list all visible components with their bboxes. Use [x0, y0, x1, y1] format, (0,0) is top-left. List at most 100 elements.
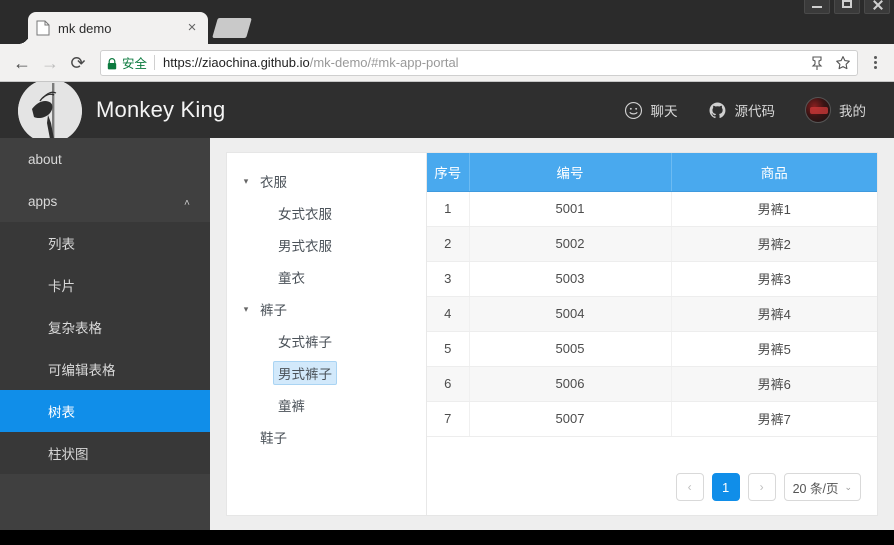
table-head: 序号 编号 商品: [427, 153, 877, 192]
table-row[interactable]: 6 5006 男裤6: [427, 366, 877, 402]
window-controls: [804, 0, 890, 14]
new-tab-button[interactable]: [212, 18, 252, 38]
window-minimize-button[interactable]: [804, 0, 830, 14]
brand[interactable]: Monkey King: [0, 82, 225, 143]
header-action-profile[interactable]: 我的: [805, 97, 866, 123]
cell-index: 1: [427, 191, 470, 227]
column-header-index[interactable]: 序号: [427, 153, 470, 192]
page-icon: [36, 20, 50, 36]
table-row[interactable]: 7 5007 男裤7: [427, 401, 877, 437]
sidebar-item-editable-table-label: 可编辑表格: [48, 363, 116, 378]
sidebar-item-card[interactable]: 卡片: [0, 264, 210, 306]
cell-product: 男裤1: [671, 191, 877, 227]
omnibox-actions: [801, 55, 851, 71]
tree-node[interactable]: 童裤: [227, 389, 426, 421]
monkey-king-logo: [18, 82, 82, 143]
header-action-source[interactable]: 源代码: [708, 100, 776, 120]
address-bar[interactable]: 安全 https://ziaochina.github.io/mk-demo/#…: [100, 49, 858, 76]
tab-close-icon[interactable]: ×: [184, 20, 200, 36]
github-icon: [708, 101, 727, 120]
smiley-chat-icon: [624, 101, 643, 120]
cell-product: 男裤6: [671, 366, 877, 402]
cell-index: 7: [427, 401, 470, 437]
browser-window: mk demo × ← → ⟳ 安全 https://ziaochina.git…: [0, 0, 894, 530]
app-header: Monkey King 聊天 源代码 我的: [0, 82, 894, 143]
header-action-source-label: 源代码: [734, 104, 776, 119]
tree-node[interactable]: 鞋子: [227, 421, 426, 453]
kebab-menu-icon[interactable]: [864, 50, 886, 76]
tree-node[interactable]: 女式裤子: [227, 325, 426, 357]
table-row[interactable]: 2 5002 男裤2: [427, 226, 877, 262]
tree-table-card: ▾ 衣服 女式衣服 男式衣服 童衣 ▾ 裤子 女式裤子 男式裤子 童裤 鞋子 序…: [226, 152, 878, 516]
cell-product: 男裤4: [671, 296, 877, 332]
tree-node-label: 女式裤子: [278, 335, 332, 350]
sidebar-item-list-label: 列表: [48, 237, 75, 252]
category-tree: ▾ 衣服 女式衣服 男式衣服 童衣 ▾ 裤子 女式裤子 男式裤子 童裤 鞋子: [227, 153, 427, 515]
pin-icon[interactable]: [809, 55, 825, 71]
secure-label: 安全: [122, 57, 148, 71]
header-action-chat[interactable]: 聊天: [624, 100, 678, 120]
cell-product: 男裤3: [671, 261, 877, 297]
caret-down-icon[interactable]: ▾: [237, 304, 255, 315]
tree-node[interactable]: 童衣: [227, 261, 426, 293]
cell-index: 2: [427, 226, 470, 262]
pagination-next-button[interactable]: ›: [747, 473, 776, 501]
tree-node-label: 童衣: [278, 271, 305, 286]
sidebar-item-card-label: 卡片: [48, 279, 75, 294]
forward-button[interactable]: →: [36, 49, 64, 77]
column-header-product[interactable]: 商品: [671, 153, 877, 192]
sidebar-item-list[interactable]: 列表: [0, 222, 210, 264]
browser-tab[interactable]: mk demo ×: [18, 12, 208, 44]
header-actions: 聊天 源代码 我的: [624, 97, 894, 123]
caret-down-icon[interactable]: ▾: [237, 176, 255, 187]
window-maximize-button[interactable]: [834, 0, 860, 14]
url-text: https://ziaochina.github.io/mk-demo/#mk-…: [163, 55, 459, 70]
sidebar-item-tree-table[interactable]: 树表: [0, 390, 210, 432]
data-table-panel: 序号 编号 商品 1 5001 男裤1 2 5002 男裤2 3 5003 男裤…: [427, 153, 877, 515]
pagination-page-1[interactable]: 1: [711, 473, 740, 501]
table-body: 1 5001 男裤1 2 5002 男裤2 3 5003 男裤3 4 5004 …: [427, 191, 877, 437]
url-path: /mk-demo/#mk-app-portal: [309, 55, 459, 70]
tree-node[interactable]: 女式衣服: [227, 197, 426, 229]
table-row[interactable]: 3 5003 男裤3: [427, 261, 877, 297]
table-row[interactable]: 5 5005 男裤5: [427, 331, 877, 367]
table-row[interactable]: 1 5001 男裤1: [427, 191, 877, 227]
table-header-row: 序号 编号 商品: [427, 153, 877, 192]
cell-code: 5004: [469, 296, 672, 332]
cell-code: 5003: [469, 261, 672, 297]
sidebar: about apps ˅ 列表 卡片 复杂表格 可编辑表格 树表 柱状图: [0, 138, 210, 530]
tree-node[interactable]: ▾ 裤子: [227, 293, 426, 325]
cell-index: 3: [427, 261, 470, 297]
sidebar-item-apps-label: apps: [28, 193, 58, 209]
sidebar-item-apps[interactable]: apps ˅: [0, 180, 210, 222]
sidebar-item-about-label: about: [28, 151, 62, 167]
star-icon[interactable]: [835, 55, 851, 71]
column-header-code[interactable]: 编号: [469, 153, 672, 192]
header-action-chat-label: 聊天: [650, 104, 678, 119]
header-action-profile-label: 我的: [839, 104, 866, 119]
cell-product: 男裤5: [671, 331, 877, 367]
sidebar-item-complex-table[interactable]: 复杂表格: [0, 306, 210, 348]
sidebar-item-about[interactable]: about: [0, 138, 210, 180]
tree-node[interactable]: ▾ 衣服: [227, 165, 426, 197]
table-row[interactable]: 4 5004 男裤4: [427, 296, 877, 332]
sidebar-item-bar-chart[interactable]: 柱状图: [0, 432, 210, 474]
omnibox-divider: [154, 55, 156, 70]
page-size-label: 20 条/页: [792, 481, 839, 496]
sidebar-submenu: 列表 卡片 复杂表格 可编辑表格 树表 柱状图: [0, 222, 210, 474]
sidebar-item-complex-table-label: 复杂表格: [48, 321, 102, 336]
tree-node-label: 男式裤子: [273, 361, 337, 385]
page-size-select[interactable]: 20 条/页 ⌄: [783, 473, 861, 501]
sidebar-item-editable-table[interactable]: 可编辑表格: [0, 348, 210, 390]
cell-code: 5002: [469, 226, 672, 262]
reload-button[interactable]: ⟳: [64, 49, 92, 77]
tab-title: mk demo: [58, 20, 112, 36]
window-close-button[interactable]: [864, 0, 890, 14]
user-avatar: [805, 97, 831, 123]
pagination-prev-button[interactable]: ‹: [675, 473, 704, 501]
tree-node-label: 衣服: [260, 175, 287, 190]
tree-node-selected[interactable]: 男式裤子: [227, 357, 426, 389]
cell-code: 5005: [469, 331, 672, 367]
tree-node[interactable]: 男式衣服: [227, 229, 426, 261]
back-button[interactable]: ←: [8, 49, 36, 77]
